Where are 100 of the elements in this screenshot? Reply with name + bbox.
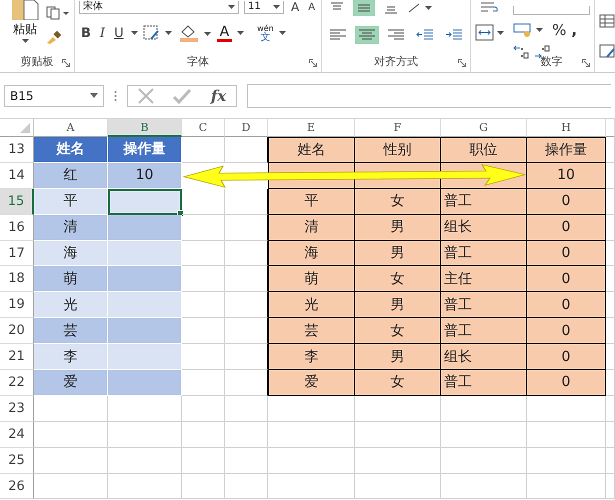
table-cell[interactable]: 0 [527, 370, 606, 396]
table-cell[interactable]: 职位 [441, 137, 527, 163]
font-color-button[interactable]: A [216, 24, 232, 42]
table-cell[interactable]: 0 [527, 240, 606, 266]
row-header[interactable]: 15 [0, 188, 34, 215]
table-cell[interactable]: 普工 [441, 292, 527, 318]
table-cell[interactable]: 芸 [268, 318, 355, 344]
name-box[interactable]: B15 [4, 84, 104, 106]
table-cell[interactable]: 女 [355, 188, 441, 215]
table-cell[interactable]: 女 [355, 318, 441, 344]
table-cell[interactable]: 男 [355, 292, 441, 318]
table-cell[interactable]: 主任 [441, 266, 527, 292]
table-cell[interactable]: 李 [268, 344, 355, 370]
caret-icon [90, 93, 98, 98]
row-header[interactable]: 23 [0, 396, 34, 422]
table-cell[interactable]: 女 [355, 266, 441, 292]
select-all-corner[interactable] [0, 119, 34, 137]
table-cell[interactable]: 男 [355, 240, 441, 266]
border-icon[interactable] [142, 25, 173, 41]
align-button[interactable] [353, 0, 376, 16]
table-cell[interactable]: 清 [34, 214, 108, 241]
number-format-field[interactable] [513, 6, 590, 15]
table-cell[interactable]: 0 [527, 188, 606, 215]
table-cell[interactable]: 李 [34, 344, 108, 370]
table-cell[interactable]: 姓名 [34, 137, 108, 163]
table-cell[interactable] [108, 188, 182, 215]
align-button[interactable] [355, 26, 380, 44]
row-header[interactable]: 25 [0, 448, 34, 474]
table-cell[interactable]: 男 [355, 344, 441, 370]
more-icon[interactable] [114, 90, 117, 102]
percent-button[interactable]: % [552, 21, 566, 39]
phonetic-button[interactable]: wén 文 [257, 24, 274, 42]
column-header[interactable]: C [182, 119, 225, 137]
table-cell[interactable]: 普工 [441, 370, 527, 396]
row-header[interactable]: 26 [0, 474, 34, 500]
underline-button[interactable]: U [112, 26, 126, 40]
table-cell[interactable]: 爱 [268, 370, 355, 396]
caret-icon[interactable] [130, 31, 138, 35]
merge-icon[interactable] [475, 24, 506, 42]
comma-button[interactable]: , [571, 21, 578, 39]
launcher-icon[interactable] [309, 59, 318, 67]
brush-icon[interactable] [46, 30, 62, 44]
check-icon[interactable] [173, 88, 192, 104]
caret-icon[interactable] [237, 31, 244, 35]
table-cell[interactable]: 10 [527, 162, 606, 189]
bold-button[interactable]: B [79, 26, 93, 40]
cancel-icon[interactable] [138, 88, 154, 104]
table-cell[interactable]: 海 [268, 240, 355, 266]
copy-icon[interactable] [46, 6, 70, 20]
column-header[interactable]: D [225, 119, 268, 137]
table-format-icon[interactable] [599, 14, 615, 30]
increase-decimal-icon[interactable] [513, 45, 530, 59]
fill-color-icon[interactable] [178, 24, 212, 42]
table-cell[interactable]: 平 [34, 188, 108, 215]
table-cell[interactable]: 海 [34, 240, 108, 266]
row-header[interactable]: 24 [0, 422, 34, 448]
table-cell[interactable]: 操作量 [108, 137, 182, 163]
table-cell[interactable]: 红 [34, 162, 108, 189]
table-cell[interactable]: 0 [527, 344, 606, 370]
table-cell[interactable]: 男 [355, 214, 441, 241]
column-header[interactable]: B [108, 119, 182, 137]
table-cell[interactable]: 0 [527, 318, 606, 344]
table-cell[interactable]: 姓名 [268, 137, 355, 163]
table-cell[interactable]: 0 [527, 266, 606, 292]
insert-function-button[interactable]: fx [210, 86, 226, 104]
table-cell[interactable]: 爱 [34, 370, 108, 396]
table-cell[interactable]: 清 [268, 214, 355, 241]
shrink-font-button[interactable]: A [306, 2, 318, 12]
table-cell[interactable]: 性别 [355, 137, 441, 163]
table-cell[interactable]: 组长 [441, 214, 527, 241]
table-cell[interactable]: 0 [527, 292, 606, 318]
table-cell[interactable]: 萌 [268, 266, 355, 292]
launcher-icon[interactable] [62, 59, 70, 67]
table-cell[interactable]: 萌 [34, 266, 108, 292]
table-cell[interactable]: 普工 [441, 188, 527, 215]
caret-icon[interactable] [22, 39, 28, 43]
launcher-icon[interactable] [582, 59, 590, 67]
formula-input[interactable] [247, 84, 611, 108]
align-icon [445, 28, 464, 42]
table-cell[interactable]: 普工 [441, 240, 527, 266]
launcher-icon[interactable] [458, 59, 466, 67]
table-cell[interactable]: 光 [268, 292, 355, 318]
column-header[interactable] [606, 119, 615, 137]
italic-button[interactable]: I [98, 26, 108, 40]
paste-button[interactable]: 粘贴 [13, 21, 37, 38]
table-cell[interactable]: 女 [355, 370, 441, 396]
font-size-field[interactable]: 11 [244, 0, 284, 14]
table-cell[interactable]: 0 [527, 214, 606, 241]
table-cell[interactable]: 芸 [34, 318, 108, 344]
font-name-field[interactable]: 宋体 [79, 0, 239, 14]
table-cell[interactable]: 普工 [441, 318, 527, 344]
cell-style-icon[interactable] [599, 44, 615, 60]
table-cell[interactable]: 操作量 [527, 137, 606, 163]
caret-icon[interactable] [278, 31, 286, 35]
clipboard-icon[interactable] [10, 0, 40, 20]
table-cell[interactable]: 组长 [441, 344, 527, 370]
table-cell[interactable]: 光 [34, 292, 108, 318]
table-cell[interactable]: 平 [268, 188, 355, 215]
table-cell[interactable]: 10 [108, 162, 182, 189]
grow-font-button[interactable]: A [289, 0, 302, 14]
